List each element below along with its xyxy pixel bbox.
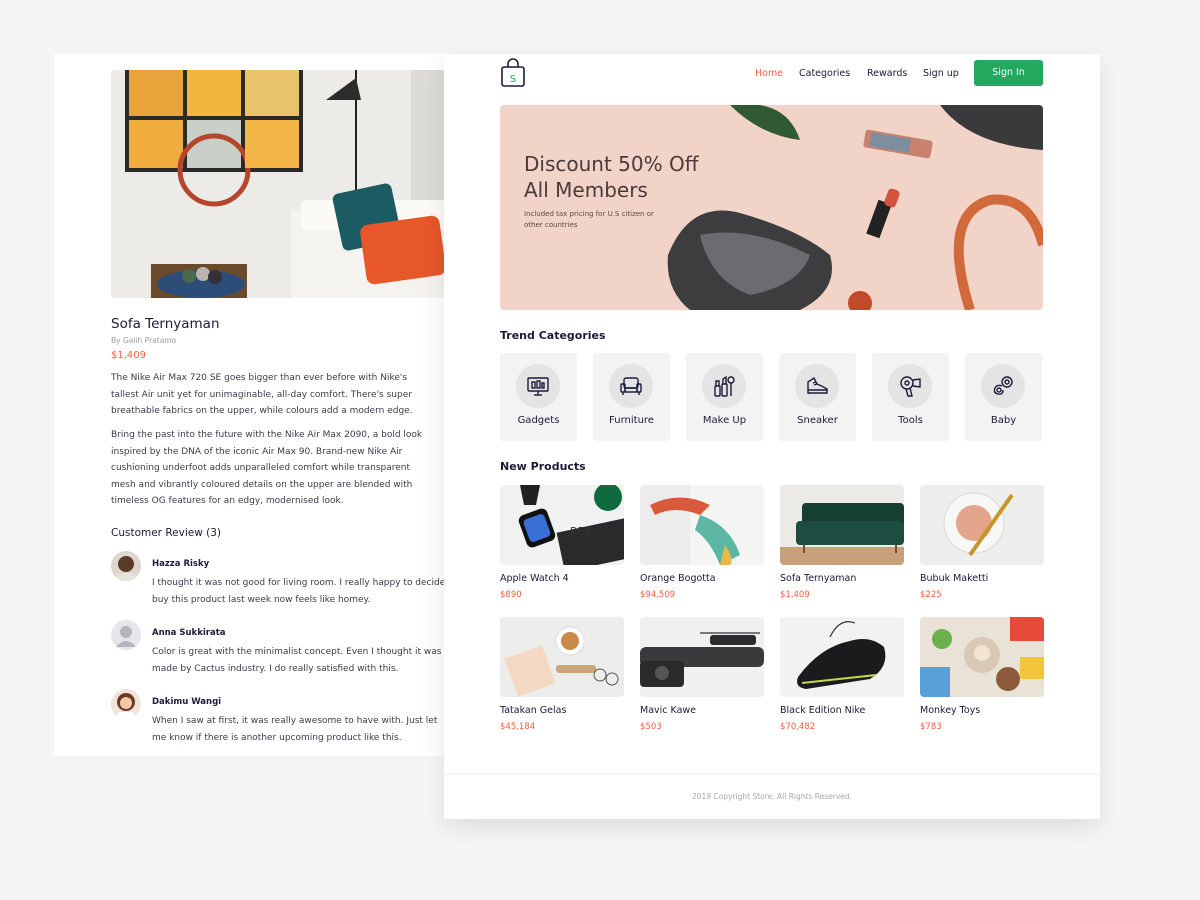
category-furniture[interactable]: Furniture: [593, 353, 670, 441]
banner-subtitle: Included tax pricing for U.S citizen or …: [524, 210, 654, 229]
product-price: $890: [500, 590, 522, 600]
pacifier-icon: [981, 364, 1025, 408]
product-name: Black Edition Nike: [780, 705, 866, 716]
sign-in-button[interactable]: Sign In: [974, 60, 1043, 86]
category-baby[interactable]: Baby: [965, 353, 1042, 441]
category-label: Tools: [898, 415, 923, 426]
reviewer-name: Hazza Risky: [152, 559, 210, 569]
category-label: Furniture: [609, 415, 654, 426]
product-price: $1,409: [111, 350, 146, 361]
product-price: $225: [920, 590, 942, 600]
new-products-heading: New Products: [500, 460, 586, 473]
category-label: Sneaker: [797, 415, 838, 426]
product-name: Apple Watch 4: [500, 573, 569, 584]
trend-categories-heading: Trend Categories: [500, 329, 606, 342]
makeup-icon: [702, 364, 746, 408]
product-image: [640, 485, 764, 565]
product-description-2: Bring the past into the future with the …: [111, 430, 423, 506]
customer-review-heading: Customer Review (3): [111, 527, 222, 539]
product-price: $94,509: [640, 590, 676, 600]
product-image: [780, 485, 904, 565]
category-sneaker[interactable]: Sneaker: [779, 353, 856, 441]
category-label: Baby: [990, 415, 1017, 426]
category-label: Gadgets: [517, 415, 560, 426]
product-image: REA: [500, 485, 624, 565]
shopping-bag-logo-icon[interactable]: S: [500, 58, 526, 88]
review-text: Color is great with the minimalist conce…: [152, 647, 442, 674]
product-hero-image: [111, 70, 451, 298]
product-image: [920, 485, 1044, 565]
product-name: Bubuk Maketti: [920, 573, 989, 584]
reviewer-avatar: [111, 689, 141, 719]
review-text: When I saw at first, it was really aweso…: [152, 716, 438, 743]
footer-copyright: 2019 Copyright Store. All Rights Reserve…: [691, 792, 853, 801]
product-author: By Galih Pratamo: [111, 336, 177, 345]
product-image: [640, 617, 764, 697]
nav-home[interactable]: Home: [755, 68, 783, 79]
category-label: Make Up: [702, 415, 747, 426]
product-name: Orange Bogotta: [640, 573, 716, 584]
product-name: Tatakan Gelas: [500, 705, 567, 716]
product-description-1: The Nike Air Max 720 SE goes bigger than…: [111, 373, 413, 416]
reviewer-name: Dakimu Wangi: [152, 697, 222, 707]
svg-text:REA: REA: [570, 525, 593, 538]
promo-banner[interactable]: Discount 50% Off All Members Included ta…: [500, 105, 1043, 310]
footer-divider: [444, 773, 1100, 774]
gadgets-icon: [516, 364, 560, 408]
svg-text:S: S: [510, 74, 516, 85]
product-price: $70,482: [780, 722, 816, 732]
product-image: [920, 617, 1044, 697]
category-gadgets[interactable]: Gadgets: [500, 353, 577, 441]
product-image: [500, 617, 624, 697]
reviewer-avatar-placeholder-icon: [111, 620, 141, 650]
nav-rewards[interactable]: Rewards: [867, 68, 907, 79]
category-tools[interactable]: Tools: [872, 353, 949, 441]
product-price: $503: [640, 722, 662, 732]
product-price: $1,409: [780, 590, 810, 600]
product-price: $45,184: [500, 722, 536, 732]
product-title: Sofa Ternyaman: [111, 316, 220, 332]
nav-signup[interactable]: Sign up: [923, 68, 959, 79]
reviewer-name: Anna Sukkirata: [152, 628, 226, 638]
category-makeup[interactable]: Make Up: [686, 353, 763, 441]
nav-categories[interactable]: Categories: [799, 68, 850, 79]
armchair-icon: [609, 364, 653, 408]
product-name: Mavic Kawe: [640, 705, 697, 716]
product-price: $783: [920, 722, 942, 732]
product-image: [780, 617, 904, 697]
banner-title: Discount 50% Off All Members: [524, 152, 699, 202]
reviewer-avatar: [111, 551, 141, 581]
store-home-page: S Home Categories Rewards Sign up Sign I…: [444, 54, 1100, 819]
product-name: Monkey Toys: [920, 705, 981, 716]
sneaker-icon: [795, 364, 839, 408]
hairdryer-icon: [888, 364, 932, 408]
review-text: I thought it was not good for living roo…: [152, 578, 451, 605]
product-name: Sofa Ternyaman: [780, 573, 857, 584]
